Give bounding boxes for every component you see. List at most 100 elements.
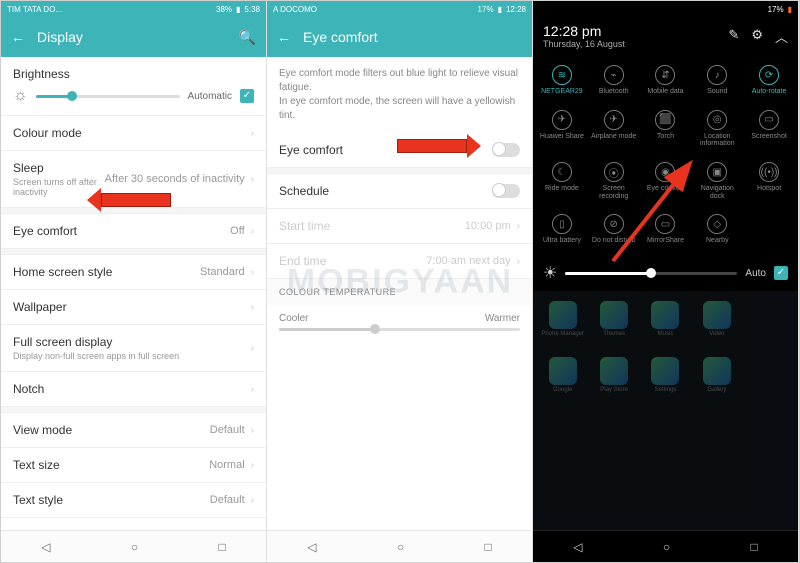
- qs-date: Thursday, 16 August: [543, 39, 625, 49]
- nav-back-icon[interactable]: ◁: [307, 540, 316, 554]
- qs-tile-sound[interactable]: ♪Sound: [692, 59, 742, 102]
- status-bar: 17% ▮: [533, 1, 798, 17]
- carrier-text: A DOCOMO: [273, 5, 317, 14]
- colour-temperature-slider[interactable]: [279, 328, 520, 331]
- qs-tile-torch[interactable]: ⬛Torch: [641, 104, 691, 154]
- screenshot-icon: ▭: [759, 110, 779, 130]
- app-label: Settings: [655, 387, 677, 393]
- app-phone-manager[interactable]: Phone Manager: [539, 301, 586, 353]
- app-play-store[interactable]: Play Store: [590, 357, 637, 409]
- setting-row-text-style[interactable]: Text styleDefault›: [1, 483, 266, 518]
- nav-home-icon[interactable]: ○: [397, 540, 404, 554]
- nav-bar: ◁ ○ □: [533, 530, 798, 562]
- app-icon: [703, 357, 731, 385]
- description-text: Eye comfort mode filters out blue light …: [267, 57, 532, 133]
- nav-recent-icon[interactable]: □: [485, 540, 492, 554]
- nav-recent-icon[interactable]: □: [751, 540, 758, 554]
- app-icon: [600, 357, 628, 385]
- back-icon[interactable]: ←: [11, 29, 25, 45]
- qs-tile-nearby[interactable]: ◇Nearby: [692, 208, 742, 251]
- app-blank: [745, 301, 792, 353]
- start-time-label: Start time: [279, 219, 465, 233]
- nav-home-icon[interactable]: ○: [663, 540, 670, 554]
- nav-bar: ◁ ○ □: [1, 530, 266, 562]
- qs-tile-auto-rotate[interactable]: ⟳Auto-rotate: [744, 59, 794, 102]
- qs-tile-location-information[interactable]: ◎ Location information: [692, 104, 742, 154]
- app-video[interactable]: Video: [693, 301, 740, 353]
- tile-label: Airplane mode: [591, 133, 636, 141]
- screen-recording-icon: ⦿: [604, 162, 624, 182]
- qs-tile-hotspot[interactable]: ((•))Hotspot: [744, 156, 794, 206]
- status-bar: A DOCOMO 17% ▮ 12:28: [267, 1, 532, 17]
- schedule-toggle[interactable]: [492, 184, 520, 198]
- cooler-label: Cooler: [279, 313, 308, 324]
- qs-tile-mobile-data[interactable]: ⇵Mobile data: [641, 59, 691, 102]
- qs-tile-navigation-dock[interactable]: ▣Navigation dock: [692, 156, 742, 206]
- qs-header: 12:28 pm Thursday, 16 August ✎ ⚙ ︿: [533, 17, 798, 55]
- tile-label: Bluetooth: [599, 88, 629, 96]
- setting-row-text-size[interactable]: Text sizeNormal›: [1, 448, 266, 483]
- automatic-checkbox[interactable]: ✓: [240, 89, 254, 103]
- app-music[interactable]: Music: [642, 301, 689, 353]
- setting-label: Eye comfort: [13, 224, 230, 238]
- setting-row-screen-resolution[interactable]: Screen resolutionAdjust screen resolutio…: [1, 518, 266, 530]
- ultra-battery-icon: ▯: [552, 214, 572, 234]
- tile-label: Location information: [694, 133, 740, 148]
- eye-comfort-icon: ◉: [655, 162, 675, 182]
- location-information-icon: ◎: [707, 110, 727, 130]
- battery-text: 38%: [216, 5, 232, 14]
- qs-tile-do-not-disturb[interactable]: ⊘Do not disturb: [589, 208, 639, 251]
- nav-back-icon[interactable]: ◁: [41, 540, 50, 554]
- qs-brightness-slider[interactable]: [565, 272, 737, 275]
- setting-row-wallpaper[interactable]: Wallpaper›: [1, 290, 266, 325]
- tile-label: Ride mode: [545, 185, 579, 193]
- qs-tile-huawei-share[interactable]: ✈Huawei Share: [537, 104, 587, 154]
- brightness-icon: ☼: [13, 87, 28, 105]
- qs-tile-bluetooth[interactable]: ⌁Bluetooth: [589, 59, 639, 102]
- app-icon: [703, 301, 731, 329]
- qs-tile-eye-comfort[interactable]: ◉Eye comfort: [641, 156, 691, 206]
- eye-comfort-toggle[interactable]: [492, 143, 520, 157]
- qs-tile-mirrorshare[interactable]: ▭MirrorShare: [641, 208, 691, 251]
- brightness-slider[interactable]: [36, 95, 180, 98]
- qs-tile-screenshot[interactable]: ▭Screenshot: [744, 104, 794, 154]
- setting-row-notch[interactable]: Notch›: [1, 372, 266, 407]
- setting-row-full-screen-display[interactable]: Full screen displayDisplay non-full scre…: [1, 325, 266, 372]
- qs-tile-ultra-battery[interactable]: ▯Ultra battery: [537, 208, 587, 251]
- settings-icon[interactable]: ⚙: [751, 27, 763, 46]
- qs-tile-ride-mode[interactable]: ☾Ride mode: [537, 156, 587, 206]
- qs-tile-airplane-mode[interactable]: ✈ Airplane mode: [589, 104, 639, 154]
- qs-tile-netgear29[interactable]: ≋NETGEAR29: [537, 59, 587, 102]
- nav-recent-icon[interactable]: □: [219, 540, 226, 554]
- edit-icon[interactable]: ✎: [728, 27, 739, 46]
- setting-row-view-mode[interactable]: View modeDefault›: [1, 413, 266, 448]
- app-google[interactable]: Google: [539, 357, 586, 409]
- clock-text: 5:38: [244, 5, 260, 14]
- back-icon[interactable]: ←: [277, 29, 291, 45]
- setting-row-colour-mode[interactable]: Colour mode›: [1, 116, 266, 151]
- app-settings[interactable]: Settings: [642, 357, 689, 409]
- app-label: Phone Manager: [541, 331, 584, 337]
- setting-row-eye-comfort[interactable]: Eye comfortOff›: [1, 214, 266, 249]
- qs-tile-screen-recording[interactable]: ⦿Screen recording: [589, 156, 639, 206]
- app-themes[interactable]: Themes: [590, 301, 637, 353]
- setting-label: Text style: [13, 493, 210, 507]
- collapse-icon[interactable]: ︿: [775, 27, 788, 46]
- setting-value: Default: [210, 424, 245, 436]
- setting-value: Normal: [209, 459, 244, 471]
- qs-auto-label: Auto: [745, 268, 766, 279]
- schedule-toggle-row[interactable]: Schedule: [267, 174, 532, 209]
- qs-auto-checkbox[interactable]: ✓: [774, 266, 788, 280]
- airplane-mode-icon: ✈: [604, 110, 624, 130]
- tile-label: Auto-rotate: [752, 88, 787, 96]
- nav-back-icon[interactable]: ◁: [573, 540, 582, 554]
- search-icon[interactable]: 🔍: [239, 29, 256, 46]
- app-label: Video: [709, 331, 724, 337]
- setting-row-home-screen-style[interactable]: Home screen styleStandard›: [1, 255, 266, 290]
- app-label: Google: [553, 387, 572, 393]
- setting-label: Notch: [13, 382, 251, 396]
- display-settings-screen: TIM TATA DO... 38% ▮ 5:38 ← Display 🔍 Br…: [1, 1, 267, 562]
- carrier-text: TIM TATA DO...: [7, 5, 62, 14]
- nav-home-icon[interactable]: ○: [131, 540, 138, 554]
- app-gallery[interactable]: Gallery: [693, 357, 740, 409]
